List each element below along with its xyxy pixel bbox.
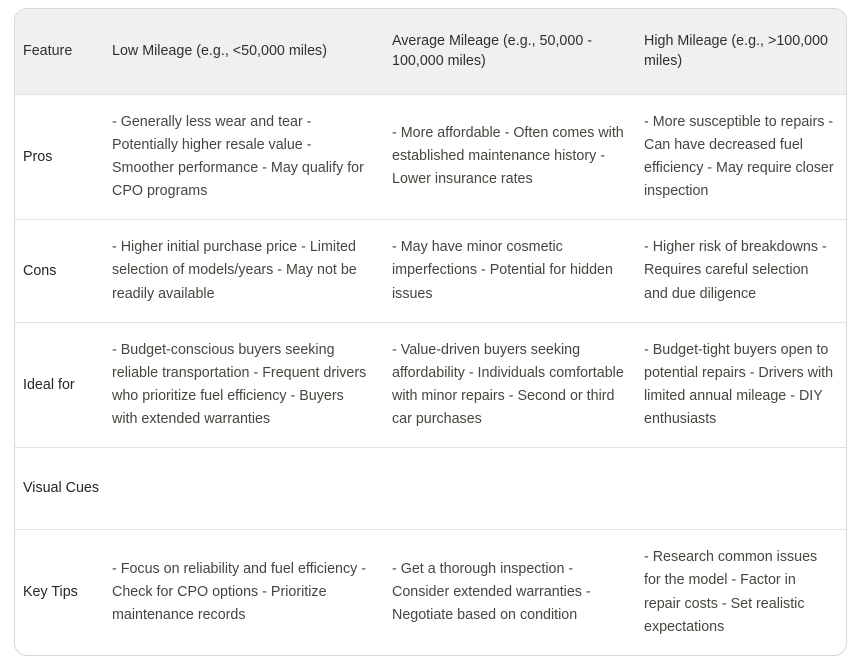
- table-row: Cons - Higher initial purchase price - L…: [15, 219, 846, 323]
- table-header: Feature Low Mileage (e.g., <50,000 miles…: [15, 9, 846, 95]
- cell-key-tips-low-mileage: - Focus on reliability and fuel efficien…: [112, 529, 392, 655]
- cell-pros-average-mileage: - More affordable - Often comes with est…: [392, 93, 644, 220]
- column-header-low-mileage: Low Mileage (e.g., <50,000 miles): [112, 43, 327, 60]
- row-label-pros: Pros: [15, 93, 112, 220]
- row-label-visual-cues: Visual Cues: [15, 447, 112, 530]
- cell-cons-high-mileage: - Higher risk of breakdowns - Requires c…: [644, 219, 846, 323]
- table-row: Pros - Generally less wear and tear - Po…: [15, 93, 846, 220]
- mileage-comparison-table: Feature Low Mileage (e.g., <50,000 miles…: [15, 9, 846, 655]
- row-label-cons: Cons: [15, 219, 112, 323]
- cell-pros-low-mileage: - Generally less wear and tear - Potenti…: [112, 93, 392, 220]
- cell-cons-average-mileage: - May have minor cosmetic imperfections …: [392, 219, 644, 323]
- column-header-average-mileage: Average Mileage (e.g., 50,000 - 100,000 …: [392, 33, 593, 70]
- cell-visual-cues-high-mileage: [644, 447, 846, 530]
- cell-visual-cues-average-mileage: [392, 447, 644, 530]
- column-header-high-mileage: High Mileage (e.g., >100,000 miles): [644, 33, 828, 70]
- comparison-table-container: Feature Low Mileage (e.g., <50,000 miles…: [14, 8, 847, 656]
- cell-ideal-for-low-mileage: - Budget-conscious buyers seeking reliab…: [112, 321, 392, 448]
- cell-pros-high-mileage: - More susceptible to repairs - Can have…: [644, 93, 846, 220]
- table-row: Visual Cues: [15, 447, 846, 530]
- row-label-ideal-for: Ideal for: [15, 321, 112, 448]
- cell-key-tips-high-mileage: - Research common issues for the model -…: [644, 529, 846, 655]
- table-body: Pros - Generally less wear and tear - Po…: [15, 93, 846, 655]
- table-row: Key Tips - Focus on reliability and fuel…: [15, 529, 846, 655]
- cell-visual-cues-low-mileage: [112, 447, 392, 530]
- row-label-key-tips: Key Tips: [15, 529, 112, 655]
- cell-ideal-for-average-mileage: - Value-driven buyers seeking affordabil…: [392, 321, 644, 448]
- table-header-row: Feature Low Mileage (e.g., <50,000 miles…: [15, 9, 846, 95]
- column-header-feature: Feature: [23, 43, 73, 60]
- cell-key-tips-average-mileage: - Get a thorough inspection - Consider e…: [392, 529, 644, 655]
- cell-ideal-for-high-mileage: - Budget-tight buyers open to potential …: [644, 321, 846, 448]
- cell-cons-low-mileage: - Higher initial purchase price - Limite…: [112, 219, 392, 323]
- table-row: Ideal for - Budget-conscious buyers seek…: [15, 321, 846, 448]
